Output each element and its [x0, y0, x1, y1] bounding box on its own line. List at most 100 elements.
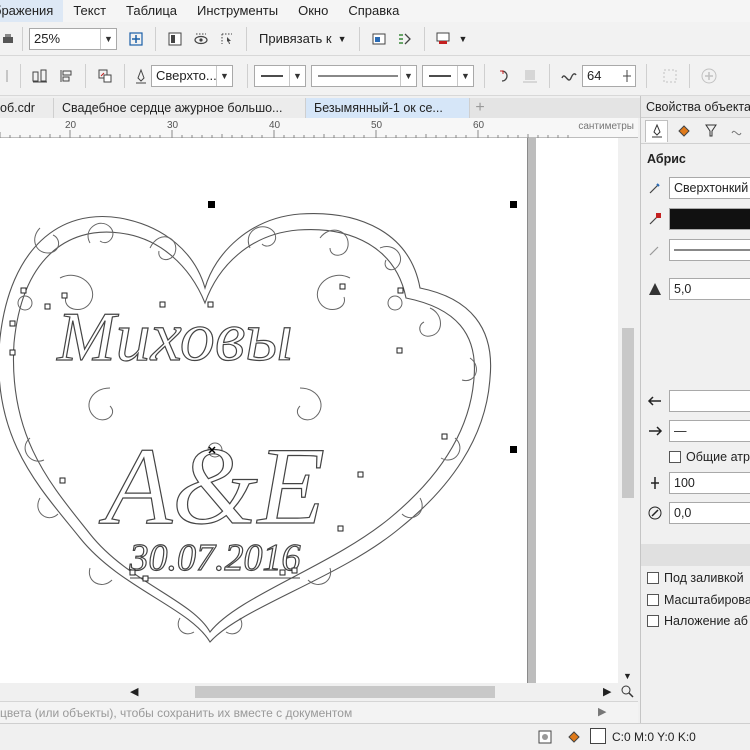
ruler-unit: сантиметры	[578, 121, 634, 132]
miter-limit-row: 5,0	[641, 277, 750, 301]
checkbox-box[interactable]	[647, 594, 659, 606]
fill-bucket-icon[interactable]	[566, 729, 582, 748]
outline-color-swatch[interactable]	[669, 208, 750, 230]
curve-tab-icon[interactable]	[727, 120, 750, 142]
object-properties-panel: Свойства объекта Абрис Сверхтонкий 5,0 —…	[640, 96, 750, 723]
reverse-direction-icon[interactable]	[491, 63, 517, 89]
menu-tools[interactable]: Инструменты	[187, 0, 288, 22]
vertical-scrollbar[interactable]: ▼	[618, 138, 638, 683]
end-arrow-row: —	[641, 419, 750, 443]
start-arrow-field[interactable]	[669, 390, 750, 412]
overprint-outline-checkbox[interactable]: Наложение аб	[647, 614, 748, 628]
scroll-right-icon[interactable]: ▶	[598, 705, 606, 718]
snap-settings-icon[interactable]	[366, 26, 392, 52]
tab-document-1[interactable]: об.cdr	[0, 98, 54, 118]
vertical-scroll-thumb[interactable]	[622, 328, 634, 498]
angle-row: 0,0	[641, 501, 750, 525]
property-bar-grip-icon	[0, 63, 14, 89]
end-arrow-combo[interactable]: ▼	[422, 64, 474, 87]
start-arrow-combo[interactable]: ▼	[254, 64, 306, 87]
scroll-left-icon[interactable]: ◀	[130, 685, 138, 698]
print-icon[interactable]	[0, 26, 16, 52]
color-readout: C:0 M:0 Y:0 K:0	[612, 730, 696, 744]
menu-text[interactable]: Текст	[63, 0, 116, 22]
shared-attributes-checkbox[interactable]: Общие атр	[669, 450, 750, 464]
checkbox-box[interactable]	[647, 615, 659, 627]
zoom-level-combo[interactable]: 25% ▼	[29, 27, 117, 50]
scale-with-object-checkbox[interactable]: Масштабирова	[647, 593, 750, 607]
line-style-icon	[641, 242, 669, 258]
zoom-icon[interactable]	[620, 684, 634, 701]
smoothing-value: 64	[587, 68, 602, 83]
add-icon[interactable]	[696, 63, 722, 89]
checkbox-box[interactable]	[647, 572, 659, 584]
panel-tabs	[641, 118, 750, 144]
angle-field[interactable]: 0,0	[669, 502, 750, 524]
chevron-down-icon: ▼	[337, 33, 347, 44]
outline-width-field[interactable]: Сверхтонкий	[669, 177, 750, 199]
arrow-left-icon	[641, 395, 669, 407]
menu-window[interactable]: Окно	[288, 0, 338, 22]
distribute-objects-icon[interactable]	[53, 63, 79, 89]
menu-image[interactable]: бражения	[0, 0, 64, 22]
miter-limit-field[interactable]: 5,0	[669, 278, 750, 300]
align-objects-icon[interactable]	[27, 63, 53, 89]
menu-help[interactable]: Справка	[338, 0, 409, 22]
document-tabs: об.cdr Свадебное сердце ажурное большо..…	[0, 98, 640, 118]
fill-color-swatch[interactable]	[590, 728, 606, 744]
chevron-down-icon: ▼	[289, 65, 305, 86]
transparency-glass-icon[interactable]	[700, 120, 723, 142]
artwork-initials-text: А&Е	[98, 425, 325, 547]
outline-width-icon	[641, 180, 669, 196]
full-screen-preview-icon[interactable]	[162, 26, 188, 52]
show-grid-icon[interactable]	[214, 26, 240, 52]
drawing-canvas[interactable]: Миховы А&Е 30.07.2016	[0, 138, 618, 683]
transform-position-icon[interactable]	[92, 63, 118, 89]
scroll-down-icon[interactable]: ▼	[623, 671, 632, 681]
horizontal-scroll-thumb[interactable]	[195, 686, 495, 698]
show-rulers-icon[interactable]	[188, 26, 214, 52]
smoothing-icon	[556, 63, 582, 89]
application-launcher-icon[interactable]	[431, 26, 457, 52]
line-style-row	[641, 238, 750, 262]
ruler-ticks	[0, 130, 569, 138]
artwork-date-text: 30.07.2016	[129, 537, 301, 579]
horizontal-ruler[interactable]: 20 30 40 50 60 сантиметры	[0, 118, 638, 138]
tab-document-3[interactable]: Безымянный-1 ок се...	[306, 98, 470, 118]
end-arrow-field[interactable]: —	[669, 420, 750, 442]
checkbox-box[interactable]	[669, 451, 681, 463]
artwork-name-text: Миховы	[56, 299, 292, 376]
smoothing-field[interactable]: 64	[582, 64, 636, 87]
outline-pen-icon[interactable]	[645, 119, 669, 142]
chevron-down-icon: ▼	[457, 65, 473, 86]
horizontal-scrollbar[interactable]: ◀ ▶	[0, 683, 638, 701]
miter-limit-icon	[641, 281, 669, 297]
panel-title: Свойства объекта	[641, 96, 750, 118]
ruler-label: 50	[371, 120, 383, 131]
wrap-text-icon[interactable]	[517, 63, 543, 89]
heart-artwork[interactable]: Миховы А&Е 30.07.2016	[0, 138, 618, 683]
menu-table[interactable]: Таблица	[116, 0, 187, 22]
scroll-right-icon[interactable]: ▶	[603, 685, 611, 698]
convert-to-curves-icon[interactable]	[657, 63, 683, 89]
alignment-guides-icon[interactable]	[392, 26, 418, 52]
chevron-down-icon[interactable]: ▼	[459, 34, 468, 44]
document-palette-bar[interactable]: цвета (или объекты), чтобы сохранить их …	[0, 701, 638, 723]
zoom-fit-icon[interactable]	[123, 26, 149, 52]
fill-bucket-icon[interactable]	[672, 120, 695, 142]
standard-toolbar: 25% ▼ Привязать к ▼ ▼	[0, 22, 750, 56]
add-tab-icon[interactable]: +	[470, 98, 490, 118]
outline-width-combo[interactable]: Сверхто... ▼	[151, 64, 233, 87]
line-style-preview	[312, 68, 400, 83]
outline-width-row: Сверхтонкий	[641, 176, 750, 200]
line-style-field[interactable]	[669, 239, 750, 261]
color-proof-icon[interactable]	[538, 730, 552, 747]
behind-fill-checkbox[interactable]: Под заливкой	[647, 571, 744, 585]
line-style-combo[interactable]: ▼	[311, 64, 417, 87]
snap-to-button[interactable]: Привязать к ▼	[253, 27, 353, 51]
stretch-field[interactable]: 100	[669, 472, 750, 494]
slider-icon	[619, 66, 635, 86]
end-arrow-preview	[423, 68, 457, 83]
tab-document-2[interactable]: Свадебное сердце ажурное большо...	[54, 98, 306, 118]
ruler-label: 60	[473, 120, 485, 131]
